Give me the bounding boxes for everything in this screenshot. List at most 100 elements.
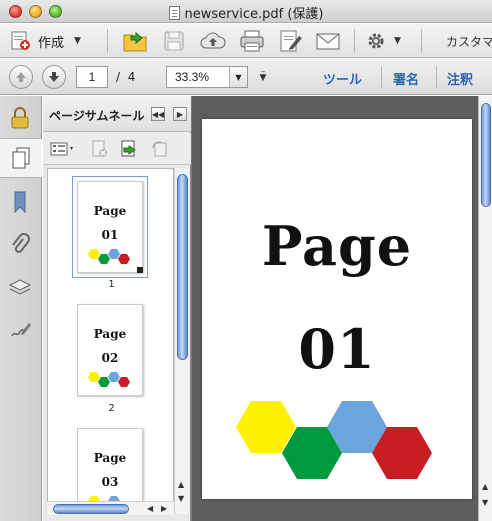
hexagon-logo-icon <box>88 249 130 264</box>
customize-menu[interactable]: カスタマイズ <box>446 33 492 50</box>
toolbar-divider <box>421 29 422 53</box>
attachment-icon <box>12 233 30 253</box>
arrow-down-icon <box>49 72 59 82</box>
thumbnail-resize-handle[interactable] <box>137 267 143 273</box>
zoom-select[interactable]: 33.3% ▼ <box>166 66 248 88</box>
hexagon-logo-icon <box>236 401 432 479</box>
page-total: / 4 <box>116 70 135 84</box>
gear-icon <box>368 33 384 49</box>
insert-page-icon <box>121 140 136 157</box>
lock-icon <box>11 107 29 129</box>
arrow-up-icon <box>16 72 26 82</box>
bookmark-icon <box>14 191 26 214</box>
page-thumbnails-panel: ページサムネール ◀◀ ▶ Page 01 1 Page 02 2 Page 0… <box>43 96 191 521</box>
create-button[interactable]: 作成 ▼ <box>10 28 81 54</box>
view-options-icon[interactable]: – ▼ <box>258 68 268 83</box>
toolbar-divider <box>354 29 355 53</box>
window-title-wrap: newservice.pdf (保護) <box>0 3 492 22</box>
navigation-toolbar: 1 / 4 33.3% ▼ – ▼ ツール 署名 注釈 <box>0 59 492 95</box>
thumbnail-number: 01 <box>101 228 119 242</box>
page-thumbnail[interactable]: Page 01 <box>72 176 148 278</box>
settings-dropdown-icon: ▼ <box>394 36 401 46</box>
print-button[interactable] <box>238 28 266 54</box>
upload-button[interactable] <box>199 28 227 54</box>
create-icon <box>11 31 30 50</box>
thumbnail-horizontal-scrollbar[interactable]: ◀ ▶ <box>47 501 174 515</box>
scroll-up-arrow-icon[interactable]: ▲ <box>178 480 184 489</box>
document-scrollbar-thumb[interactable] <box>481 103 491 207</box>
next-page-button[interactable] <box>42 65 66 89</box>
doc-scroll-up-arrow-icon[interactable]: ▲ <box>482 482 488 491</box>
title-bar: newservice.pdf (保護) <box>0 0 492 23</box>
create-label: 作成 <box>38 35 65 51</box>
insert-page-button[interactable] <box>119 139 141 159</box>
horizontal-scrollbar-thumb[interactable] <box>53 504 129 514</box>
settings-button[interactable]: ▼ <box>366 28 401 54</box>
print-icon <box>240 30 264 52</box>
window-title: newservice.pdf (保護) <box>184 7 324 22</box>
thumbnail-scrollbar[interactable]: ▲ ▼ <box>174 168 189 514</box>
pages-icon <box>12 147 30 169</box>
page-separator: / <box>116 70 121 84</box>
layers-icon <box>8 279 32 295</box>
navigation-rail <box>0 96 42 521</box>
hexagon-logo-icon <box>88 372 130 387</box>
page-number-input[interactable]: 1 <box>76 66 108 88</box>
page-word: Page <box>261 214 413 278</box>
layers-button[interactable] <box>6 274 34 302</box>
total-pages: 4 <box>127 70 136 84</box>
collapse-panel-button[interactable]: ◀◀ <box>151 107 165 121</box>
edit-document-icon <box>280 30 302 52</box>
bookmarks-button[interactable] <box>6 188 34 216</box>
edit-button[interactable] <box>278 28 304 54</box>
rotate-page-button[interactable] <box>149 139 171 159</box>
sign-link[interactable]: 署名 <box>393 69 419 88</box>
toolbar-divider <box>381 66 382 88</box>
tools-link[interactable]: ツール <box>323 69 362 88</box>
thumbnail-label: 1 <box>108 279 115 290</box>
email-icon <box>316 33 340 50</box>
delete-page-button[interactable] <box>89 139 111 159</box>
cloud-upload-icon <box>200 32 226 49</box>
create-dropdown-icon: ▼ <box>74 36 81 46</box>
scrollbar-thumb[interactable] <box>177 174 188 360</box>
save-button[interactable] <box>163 28 185 54</box>
attachments-button[interactable] <box>6 231 34 259</box>
panel-toolbar <box>43 133 191 165</box>
comment-link[interactable]: 注釈 <box>447 69 473 88</box>
page-number: 01 <box>298 317 376 381</box>
scroll-right-arrow-icon[interactable]: ▶ <box>161 504 167 513</box>
document-view[interactable]: Page 01 <box>192 96 492 521</box>
toolbar-divider <box>436 66 437 88</box>
scroll-left-arrow-icon[interactable]: ◀ <box>147 504 153 513</box>
panel-header: ページサムネール ◀◀ ▶ <box>43 96 191 132</box>
rotate-page-icon <box>152 141 167 157</box>
signatures-button[interactable] <box>6 316 34 344</box>
page-thumbnail[interactable]: Page 02 <box>77 304 143 396</box>
security-button[interactable] <box>6 104 34 132</box>
thumbnail-number: 02 <box>101 351 119 365</box>
thumbnail-label: 2 <box>108 403 115 414</box>
thumbnail-word: Page <box>93 327 127 341</box>
document-scrollbar[interactable]: ▲ ▼ <box>478 96 492 521</box>
open-button[interactable] <box>122 28 150 54</box>
thumbnail-list[interactable]: Page 01 1 Page 02 2 Page 03 <box>47 168 174 514</box>
thumbnail-word: Page <box>93 204 127 218</box>
previous-page-button[interactable] <box>9 65 33 89</box>
zoom-dropdown-icon[interactable]: ▼ <box>229 67 247 87</box>
email-button[interactable] <box>315 28 341 54</box>
thumbnail-options-button[interactable] <box>49 139 77 159</box>
save-icon <box>164 31 184 51</box>
panel-next-button[interactable]: ▶ <box>173 107 187 121</box>
toolbar-divider <box>107 29 108 53</box>
zoom-value: 33.3% <box>175 70 210 84</box>
main-toolbar: 作成 ▼ ▼ カスタマ <box>0 24 492 58</box>
scroll-down-arrow-icon[interactable]: ▼ <box>178 494 184 503</box>
pdf-page: Page 01 <box>202 119 472 499</box>
page-thumbnails-button[interactable] <box>0 138 42 178</box>
doc-scroll-down-arrow-icon[interactable]: ▼ <box>482 498 488 507</box>
open-icon <box>123 31 147 52</box>
panel-title: ページサムネール <box>49 109 145 123</box>
thumbnail-word: Page <box>93 451 127 465</box>
thumbnail-number: 03 <box>101 475 119 489</box>
